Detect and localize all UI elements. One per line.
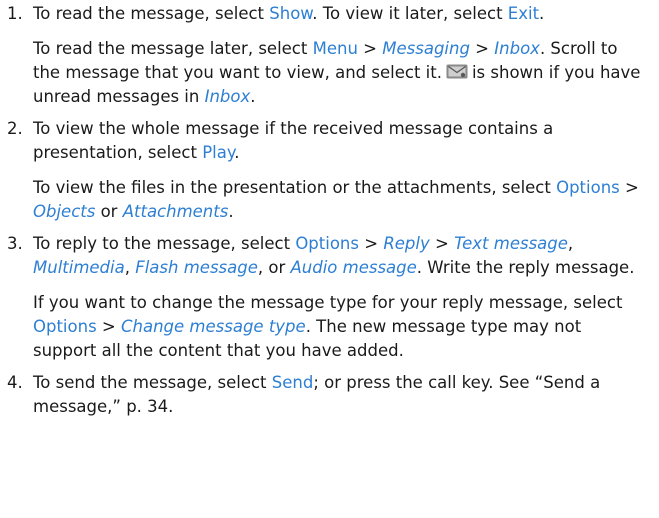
ui-play: Play xyxy=(202,143,235,162)
step-4-instruction: To send the message, select Send; or pre… xyxy=(33,373,601,416)
ui-show: Show xyxy=(269,4,313,23)
ui-options: Options xyxy=(295,234,359,253)
unread-message-icon xyxy=(446,64,468,79)
instruction-steps: 1. To read the message, select Show. To … xyxy=(7,2,649,419)
ui-objects: Objects xyxy=(33,202,96,221)
ui-inbox: Inbox xyxy=(494,39,540,58)
step-3-instruction: To reply to the message, select Options … xyxy=(33,234,635,277)
ui-multimedia: Multimedia xyxy=(33,258,125,277)
step-2: 2. To view the whole message if the rece… xyxy=(7,117,649,224)
ui-menu: Menu xyxy=(312,39,358,58)
ui-change-message-type: Change message type xyxy=(121,317,306,336)
step-1: 1. To read the message, select Show. To … xyxy=(7,2,649,109)
ui-text-message: Text message xyxy=(454,234,568,253)
step-2-note: To view the files in the presentation or… xyxy=(33,178,639,221)
ui-attachments: Attachments xyxy=(122,202,229,221)
step-3: 3. To reply to the message, select Optio… xyxy=(7,232,649,363)
step-1-note: To read the message later, select Menu >… xyxy=(33,39,641,106)
ui-audio-message: Audio message xyxy=(290,258,417,277)
step-3-note: If you want to change the message type f… xyxy=(33,293,623,360)
step-4: 4. To send the message, select Send; or … xyxy=(7,371,649,419)
step-1-instruction: To read the message, select Show. To vie… xyxy=(33,4,545,23)
step-number: 2. xyxy=(7,119,23,138)
ui-options: Options xyxy=(33,317,97,336)
step-number: 4. xyxy=(7,373,23,392)
ui-reply: Reply xyxy=(383,234,430,253)
step-number: 1. xyxy=(7,4,23,23)
ui-exit: Exit xyxy=(507,4,540,23)
ui-messaging: Messaging xyxy=(382,39,470,58)
ui-inbox: Inbox xyxy=(204,87,251,106)
manual-page: 1. To read the message, select Show. To … xyxy=(0,0,659,518)
ui-options: Options xyxy=(556,178,620,197)
step-2-instruction: To view the whole message if the receive… xyxy=(33,119,554,162)
step-number: 3. xyxy=(7,234,23,253)
ui-send: Send xyxy=(271,373,314,392)
ui-flash-message: Flash message xyxy=(135,258,258,277)
